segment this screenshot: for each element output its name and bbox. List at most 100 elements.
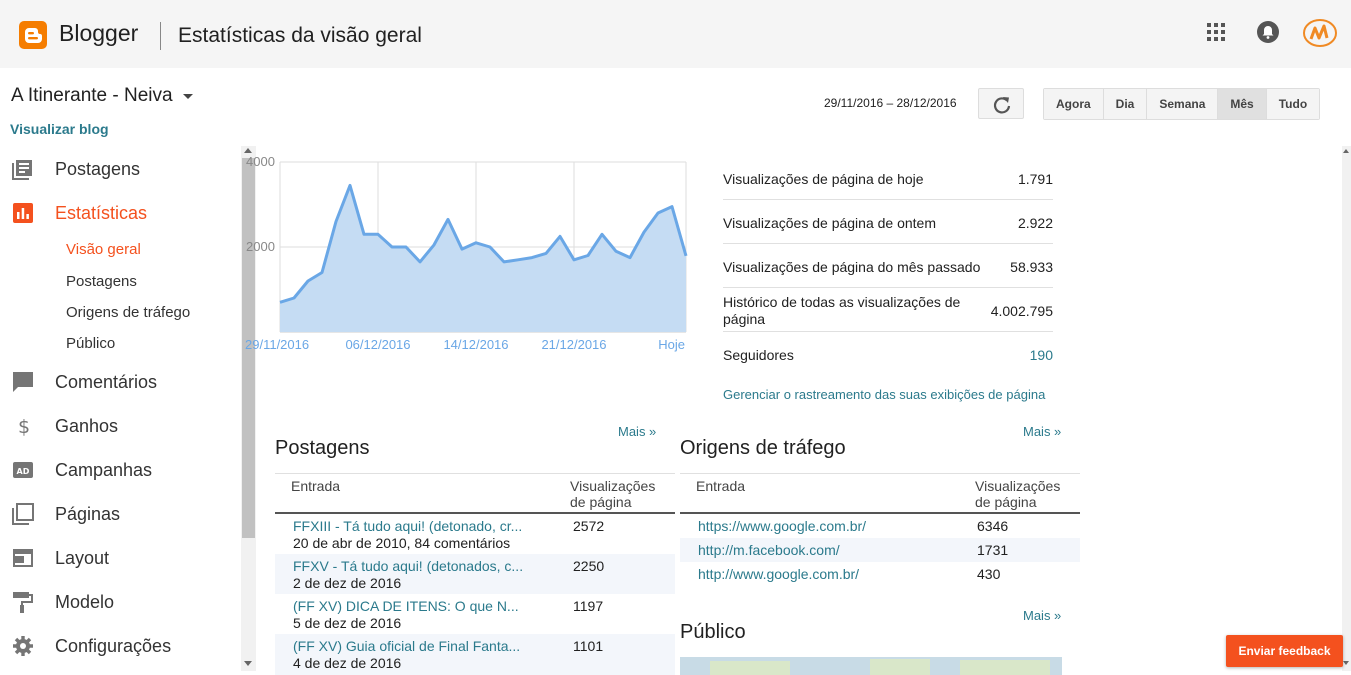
page-scrollbar[interactable] xyxy=(1342,146,1351,671)
audience-more-link[interactable]: Mais » xyxy=(1023,608,1061,623)
traffic-views: 1731 xyxy=(977,542,1009,558)
y-tick-label: 2000 xyxy=(246,239,275,254)
pageviews-area-chart: 4000 2000 29/11/2016 06/12/2016 14/12/2016 21… xyxy=(245,154,688,352)
stat-today: Visualizações de página de hoje 1.791 xyxy=(723,171,1053,187)
traffic-views: 6346 xyxy=(977,518,1009,534)
traffic-url-link[interactable]: https://www.google.com.br/ xyxy=(698,518,866,534)
period-day-button[interactable]: Dia xyxy=(1103,89,1148,119)
scroll-up-arrow-icon[interactable] xyxy=(1343,149,1349,153)
followers-link[interactable]: 190 xyxy=(1030,347,1053,363)
stat-label: Histórico de todas as visualizações de p… xyxy=(723,294,961,327)
sidebar-subitem-overview[interactable]: Visão geral xyxy=(66,241,141,258)
map-landmass xyxy=(870,659,930,675)
dollar-icon: $ xyxy=(18,416,30,437)
stats-icon xyxy=(13,203,33,223)
scroll-down-arrow-icon[interactable] xyxy=(1343,661,1349,665)
traffic-views: 430 xyxy=(977,566,1001,582)
sidebar-item-label: Ganhos xyxy=(55,415,119,436)
post-title-link[interactable]: FFXIII - Tá tudo aqui! (detonado, cr... xyxy=(293,518,522,534)
x-tick-label: 14/12/2016 xyxy=(443,337,508,352)
page-title: Estatísticas da visão geral xyxy=(178,24,422,47)
traffic-url-link[interactable]: http://www.google.com.br/ xyxy=(698,566,859,582)
divider xyxy=(723,199,1053,200)
blogger-logo-icon[interactable] xyxy=(19,21,47,49)
refresh-icon xyxy=(993,97,1011,114)
divider xyxy=(723,243,1053,244)
audience-world-map xyxy=(680,657,1062,675)
divider xyxy=(723,331,1053,332)
x-tick-label: 21/12/2016 xyxy=(541,337,606,352)
traffic-url-link[interactable]: http://m.facebook.com/ xyxy=(698,542,840,558)
stat-all-time: Histórico de todas as visualizações de p… xyxy=(723,294,1053,328)
top-bar: Blogger Estatísticas da visão geral xyxy=(0,0,1351,68)
map-landmass xyxy=(710,661,790,675)
header-divider xyxy=(160,22,161,50)
period-week-button[interactable]: Semana xyxy=(1147,89,1219,119)
sidebar-item-label: Comentários xyxy=(55,371,158,392)
posts-icon xyxy=(12,160,32,180)
stat-yesterday: Visualizações de página de ontem 2.922 xyxy=(723,215,1053,231)
brand-name[interactable]: Blogger xyxy=(59,20,138,47)
period-month-button[interactable]: Mês xyxy=(1218,89,1267,119)
table-header-rule xyxy=(680,512,1080,514)
posts-col-entry: Entrada xyxy=(291,478,341,494)
dropdown-caret-icon xyxy=(182,93,193,99)
posts-more-link[interactable]: Mais » xyxy=(618,424,656,439)
svg-text:AD: AD xyxy=(17,467,30,476)
post-views: 1101 xyxy=(573,638,604,654)
divider xyxy=(723,287,1053,288)
period-all-button[interactable]: Tudo xyxy=(1266,89,1320,119)
post-meta: 20 de abr de 2010, 84 comentários xyxy=(293,535,511,551)
stat-value: 1.791 xyxy=(1017,171,1053,187)
post-title-link[interactable]: (FF XV) Guia oficial de Final Fanta... xyxy=(293,638,520,654)
x-tick-label: 06/12/2016 xyxy=(345,337,410,352)
post-meta: 2 de dez de 2016 xyxy=(293,575,402,591)
post-views: 2572 xyxy=(573,518,605,534)
layout-icon xyxy=(13,549,33,567)
sidebar-subitem-traffic-sources[interactable]: Origens de tráfego xyxy=(66,304,190,321)
paint-roller-icon xyxy=(13,592,33,613)
apps-grid-icon[interactable] xyxy=(1204,20,1228,44)
user-avatar[interactable] xyxy=(1303,18,1337,48)
notifications-bell-icon[interactable] xyxy=(1256,20,1280,44)
blog-selector[interactable]: A Itinerante - Neiva xyxy=(11,85,193,107)
comments-icon xyxy=(13,372,33,392)
stat-value: 2.922 xyxy=(1017,215,1053,231)
divider xyxy=(680,473,1080,474)
stat-label: Visualizações de página de hoje xyxy=(723,171,924,187)
gear-icon xyxy=(13,636,33,656)
stat-last-month: Visualizações de página do mês passado 5… xyxy=(723,259,1053,275)
sidebar-item-label: Postagens xyxy=(55,158,141,179)
ad-icon: AD xyxy=(13,462,33,478)
sidebar-item-label: Páginas xyxy=(55,503,121,524)
refresh-button[interactable] xyxy=(978,88,1024,119)
stat-label: Visualizações de página do mês passado xyxy=(723,259,981,275)
post-views: 2250 xyxy=(573,558,605,574)
posts-col-views: Visualizações de página xyxy=(570,478,656,510)
traffic-col-views: Visualizações de página xyxy=(975,478,1061,510)
stat-value: 4.002.795 xyxy=(990,303,1053,319)
post-title-link[interactable]: (FF XV) DICA DE ITENS: O que N... xyxy=(293,598,519,614)
manage-tracking-link[interactable]: Gerenciar o rastreamento das suas exibiç… xyxy=(723,387,1045,402)
post-views: 1197 xyxy=(573,598,604,614)
x-tick-label: Hoje xyxy=(658,337,685,352)
traffic-section-title: Origens de tráfego xyxy=(680,437,846,459)
blog-name: A Itinerante - Neiva xyxy=(11,85,173,106)
date-range: 29/11/2016 – 28/12/2016 xyxy=(824,96,957,110)
send-feedback-button[interactable]: Enviar feedback xyxy=(1226,635,1343,667)
traffic-more-link[interactable]: Mais » xyxy=(1023,424,1061,439)
sidebar-subitem-audience[interactable]: Público xyxy=(66,335,115,352)
stat-followers: Seguidores 190 xyxy=(723,347,1053,363)
period-now-button[interactable]: Agora xyxy=(1044,89,1104,119)
sidebar-item-label: Layout xyxy=(55,547,110,568)
post-title-link[interactable]: FFXV - Tá tudo aqui! (detonados, c... xyxy=(293,558,523,574)
posts-section-title: Postagens xyxy=(275,437,370,459)
sidebar-item-label: Estatísticas xyxy=(55,202,148,223)
traffic-col-entry: Entrada xyxy=(696,478,746,494)
audience-section-title: Público xyxy=(680,621,746,643)
view-blog-link[interactable]: Visualizar blog xyxy=(10,121,109,137)
sidebar-item-label: Modelo xyxy=(55,591,115,612)
stat-value: 58.933 xyxy=(1010,259,1053,275)
sidebar-subitem-posts[interactable]: Postagens xyxy=(66,273,137,290)
scroll-down-arrow-icon[interactable] xyxy=(244,661,252,666)
